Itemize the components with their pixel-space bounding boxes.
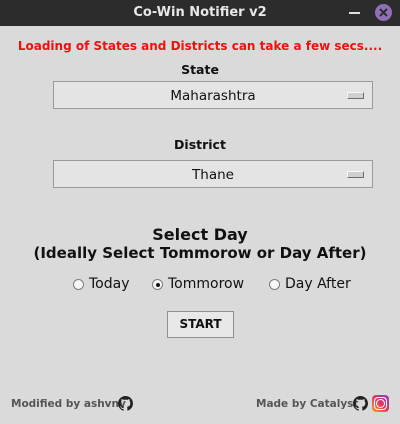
select-day-hint: (Ideally Select Tommorow or Day After) [33, 244, 367, 262]
minimize-icon[interactable] [349, 12, 360, 14]
window-title: Co-Win Notifier v2 [133, 5, 267, 20]
radio-label: Tommorow [168, 276, 245, 292]
loading-notice: Loading of States and Districts can take… [17, 39, 383, 53]
radio-label: Day After [285, 276, 351, 292]
district-label: District [174, 137, 226, 152]
dropdown-handle-icon [347, 171, 364, 178]
instagram-icon[interactable] [372, 395, 389, 412]
github-icon[interactable] [353, 396, 368, 411]
dropdown-handle-icon [347, 92, 364, 99]
state-value: Maharashtra [170, 88, 256, 104]
radio-circle-icon [269, 279, 280, 290]
radio-circle-icon [73, 279, 84, 290]
github-icon[interactable] [118, 396, 133, 411]
state-dropdown[interactable]: Maharashtra [53, 81, 373, 109]
select-day-heading: Select Day [152, 225, 248, 244]
modified-by-text: Modified by ashvnv [11, 398, 126, 410]
start-button[interactable]: START [167, 311, 234, 338]
district-value: Thane [192, 167, 234, 183]
title-bar: Co-Win Notifier v2 [0, 0, 400, 26]
radio-circle-icon [152, 279, 163, 290]
district-dropdown[interactable]: Thane [53, 160, 373, 188]
state-label: State [181, 62, 219, 77]
close-icon[interactable] [375, 4, 392, 21]
made-by-text: Made by Catalyst [256, 398, 359, 410]
radio-label: Today [89, 276, 130, 292]
